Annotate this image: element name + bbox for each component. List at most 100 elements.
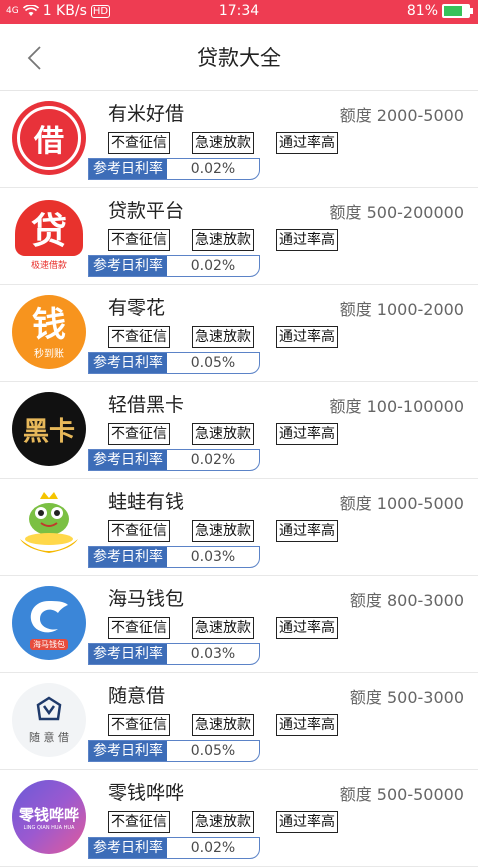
daily-rate-value: 0.03%: [190, 646, 236, 662]
loan-list-item[interactable]: 海马钱包 海马钱包 额度 800-3000 不查征信 急速放款 通过率高 参考日…: [0, 576, 478, 673]
logo-qingjieheika: 黑卡: [12, 392, 86, 466]
logo-subtext: 秒到账: [34, 348, 64, 360]
daily-rate-badge: 参考日利率 0.05%: [88, 352, 260, 374]
loan-limit: 额度 1000-2000: [339, 300, 464, 319]
logo-text: 贷: [30, 210, 67, 252]
loan-name: 零钱哗哗: [108, 782, 185, 804]
page-title: 贷款大全: [197, 46, 281, 70]
tag-fast-disbursement: 急速放款: [192, 326, 254, 348]
logo-subtext: LING QIAN HUA HUA: [23, 824, 75, 831]
tag-fast-disbursement: 急速放款: [192, 423, 254, 445]
daily-rate-label: 参考日利率: [89, 256, 167, 276]
daily-rate-badge: 参考日利率 0.03%: [88, 546, 260, 568]
loan-list-item[interactable]: 钱 秒到账 有零花 额度 1000-2000 不查征信 急速放款 通过率高 参考…: [0, 285, 478, 382]
daily-rate-value: 0.02%: [190, 258, 236, 274]
tag-no-credit-check: 不查征信: [108, 423, 170, 445]
loan-tags: 不查征信 急速放款 通过率高: [108, 423, 360, 445]
logo-text: 借: [34, 124, 64, 159]
logo-youlinghua: 钱 秒到账: [12, 295, 86, 369]
loan-list: 借 有米好借 额度 2000-5000 不查征信 急速放款 通过率高 参考日利率…: [0, 91, 478, 867]
tag-fast-disbursement: 急速放款: [192, 132, 254, 154]
tag-fast-disbursement: 急速放款: [192, 714, 254, 736]
daily-rate-label: 参考日利率: [89, 644, 167, 664]
loan-tags: 不查征信 急速放款 通过率高: [108, 617, 360, 639]
tag-no-credit-check: 不查征信: [108, 714, 170, 736]
logo-haimaqianbao: 海马钱包: [12, 586, 86, 660]
logo-daikuanpingtai: 贷 极速借款: [12, 198, 86, 272]
loan-tags: 不查征信 急速放款 通过率高: [108, 520, 360, 542]
tag-fast-disbursement: 急速放款: [192, 520, 254, 542]
logo-subtext: 随 意 借: [29, 731, 69, 744]
loan-name: 有零花: [108, 297, 166, 319]
loan-name: 随意借: [108, 685, 166, 707]
loan-name: 海马钱包: [108, 588, 185, 610]
tag-high-approval: 通过率高: [276, 326, 338, 348]
tag-no-credit-check: 不查征信: [108, 326, 170, 348]
daily-rate-label: 参考日利率: [89, 838, 167, 858]
nav-header: 贷款大全: [0, 24, 478, 91]
daily-rate-value: 0.02%: [190, 840, 236, 856]
tag-fast-disbursement: 急速放款: [192, 617, 254, 639]
tag-high-approval: 通过率高: [276, 132, 338, 154]
daily-rate-badge: 参考日利率 0.05%: [88, 740, 260, 762]
loan-list-item[interactable]: 零钱哗哗 LING QIAN HUA HUA 零钱哗哗 额度 500-50000…: [0, 770, 478, 867]
tag-fast-disbursement: 急速放款: [192, 811, 254, 833]
loan-limit: 额度 2000-5000: [339, 106, 464, 125]
loan-limit: 额度 500-3000: [349, 688, 464, 707]
logo-lingqianhuahua: 零钱哗哗 LING QIAN HUA HUA: [12, 780, 86, 854]
tag-high-approval: 通过率高: [276, 520, 338, 542]
daily-rate-label: 参考日利率: [89, 741, 167, 761]
daily-rate-value: 0.02%: [190, 161, 236, 177]
daily-rate-label: 参考日利率: [89, 450, 167, 470]
daily-rate-badge: 参考日利率 0.03%: [88, 643, 260, 665]
status-bar: 4G 1 KB/s HD 17:34 81%: [0, 0, 478, 24]
daily-rate-value: 0.03%: [190, 549, 236, 565]
battery-icon: [442, 4, 473, 18]
tag-high-approval: 通过率高: [276, 617, 338, 639]
tag-high-approval: 通过率高: [276, 229, 338, 251]
loan-tags: 不查征信 急速放款 通过率高: [108, 132, 360, 154]
loan-name: 贷款平台: [108, 200, 185, 222]
loan-limit: 额度 500-200000: [329, 203, 464, 222]
tag-no-credit-check: 不查征信: [108, 229, 170, 251]
daily-rate-label: 参考日利率: [89, 353, 167, 373]
loan-list-item[interactable]: 贷 极速借款 贷款平台 额度 500-200000 不查征信 急速放款 通过率高…: [0, 188, 478, 285]
loan-name: 蛙蛙有钱: [108, 491, 185, 513]
tag-high-approval: 通过率高: [276, 423, 338, 445]
logo-text: 零钱哗哗: [18, 805, 79, 824]
loan-list-item[interactable]: 随 意 借 随意借 额度 500-3000 不查征信 急速放款 通过率高 参考日…: [0, 673, 478, 770]
loan-list-item[interactable]: 蛙蛙有钱 额度 1000-5000 不查征信 急速放款 通过率高 参考日利率 0…: [0, 479, 478, 576]
loan-limit: 额度 1000-5000: [339, 494, 464, 513]
daily-rate-badge: 参考日利率 0.02%: [88, 255, 260, 277]
logo-subtext: 海马钱包: [30, 638, 68, 650]
tag-no-credit-check: 不查征信: [108, 132, 170, 154]
daily-rate-label: 参考日利率: [89, 159, 167, 179]
daily-rate-value: 0.02%: [190, 452, 236, 468]
logo-wawayouqian: [12, 489, 86, 563]
daily-rate-badge: 参考日利率 0.02%: [88, 158, 260, 180]
loan-tags: 不查征信 急速放款 通过率高: [108, 326, 360, 348]
loan-list-item[interactable]: 借 有米好借 额度 2000-5000 不查征信 急速放款 通过率高 参考日利率…: [0, 91, 478, 188]
tag-no-credit-check: 不查征信: [108, 520, 170, 542]
loan-tags: 不查征信 急速放款 通过率高: [108, 229, 360, 251]
logo-youmihaojie: 借: [12, 101, 86, 175]
loan-limit: 额度 100-100000: [329, 397, 464, 416]
tag-fast-disbursement: 急速放款: [192, 229, 254, 251]
daily-rate-badge: 参考日利率 0.02%: [88, 837, 260, 859]
daily-rate-value: 0.05%: [190, 743, 236, 759]
loan-tags: 不查征信 急速放款 通过率高: [108, 714, 360, 736]
daily-rate-badge: 参考日利率 0.02%: [88, 449, 260, 471]
loan-list-item[interactable]: 黑卡 轻借黑卡 额度 100-100000 不查征信 急速放款 通过率高 参考日…: [0, 382, 478, 479]
loan-tags: 不查征信 急速放款 通过率高: [108, 811, 360, 833]
tag-no-credit-check: 不查征信: [108, 811, 170, 833]
tag-high-approval: 通过率高: [276, 811, 338, 833]
tag-high-approval: 通过率高: [276, 714, 338, 736]
logo-subtext: 极速借款: [30, 260, 67, 271]
daily-rate-label: 参考日利率: [89, 547, 167, 567]
daily-rate-value: 0.05%: [190, 355, 236, 371]
battery-percent: 81%: [406, 3, 438, 19]
logo-text: 钱: [32, 304, 66, 345]
logo-suiyijie: 随 意 借: [12, 683, 86, 757]
logo-text: 黑卡: [22, 416, 75, 447]
loan-name: 有米好借: [108, 103, 185, 125]
